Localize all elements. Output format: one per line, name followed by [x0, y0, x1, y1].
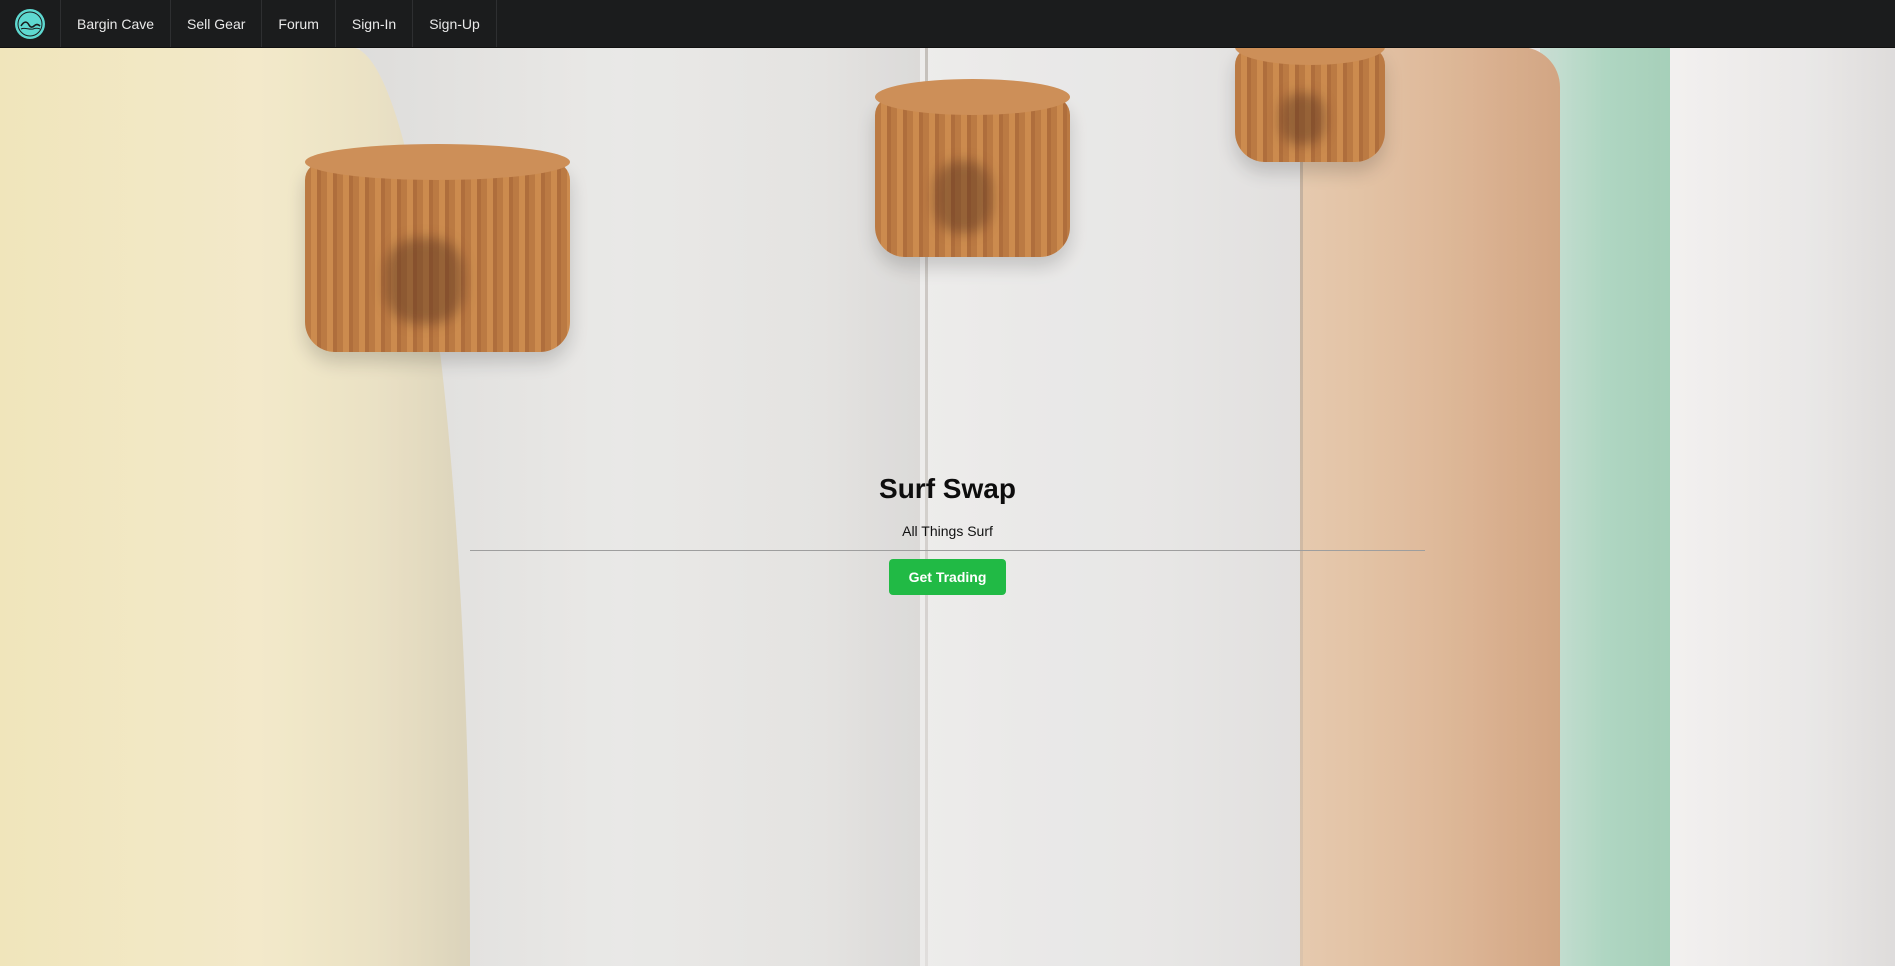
nav-item-bargin-cave[interactable]: Bargin Cave [61, 0, 172, 47]
nav-item-sign-up[interactable]: Sign-Up [413, 0, 497, 47]
wave-logo-icon [15, 8, 45, 39]
nav-item-sign-in[interactable]: Sign-In [336, 0, 414, 47]
nav-item-sell-gear[interactable]: Sell Gear [171, 0, 263, 47]
logo-link[interactable] [0, 0, 61, 47]
nav-item-label: Bargin Cave [77, 15, 155, 32]
get-trading-button[interactable]: Get Trading [888, 559, 1007, 595]
hero-title: Surf Swap [879, 473, 1016, 504]
nav-item-forum[interactable]: Forum [262, 0, 336, 47]
nav-item-label: Forum [278, 15, 319, 32]
hero-content: Surf Swap All Things Surf Get Trading [0, 473, 1895, 595]
hero-divider [470, 550, 1425, 551]
top-navbar: Bargin Cave Sell Gear Forum Sign-In Sign… [0, 0, 1895, 48]
nav-item-label: Sell Gear [187, 15, 246, 32]
hero-subtitle: All Things Surf [902, 523, 993, 539]
nav-item-label: Sign-In [351, 15, 397, 32]
nav-item-label: Sign-Up [429, 15, 480, 32]
